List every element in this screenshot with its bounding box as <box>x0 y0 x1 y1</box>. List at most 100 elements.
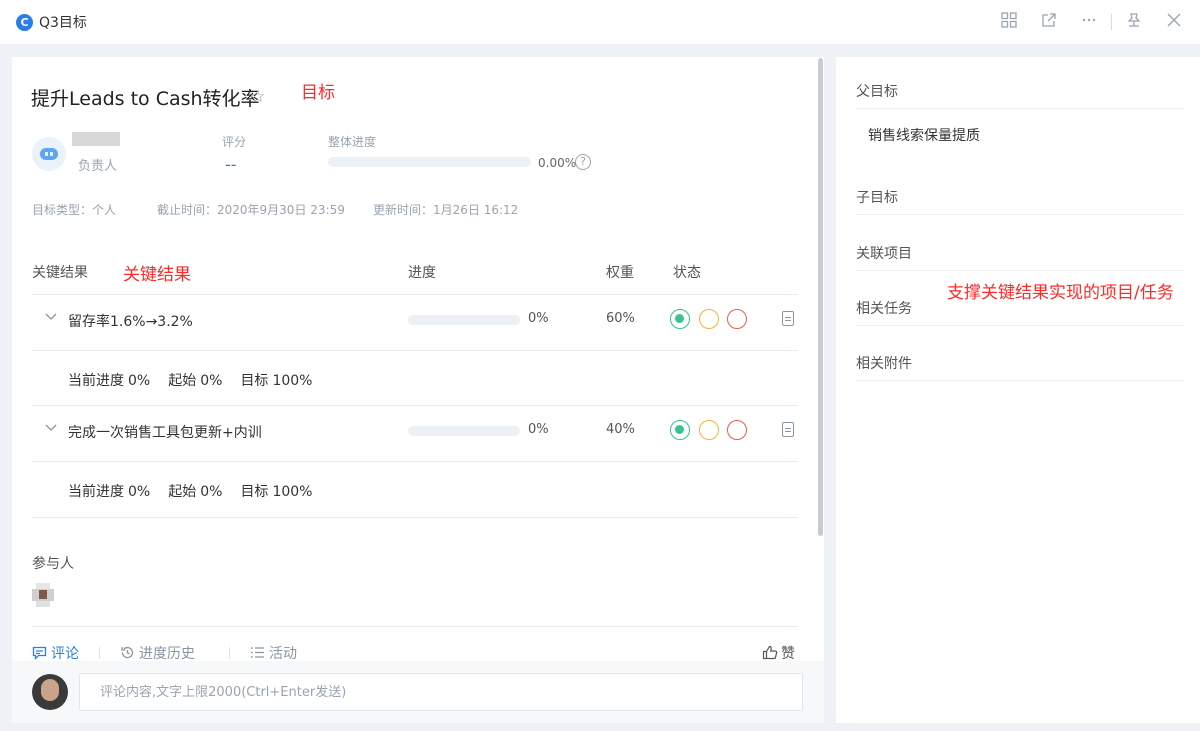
current-progress-value: 0% <box>128 373 151 389</box>
external-link-icon[interactable] <box>1029 12 1069 32</box>
score-value[interactable]: -- <box>225 155 237 174</box>
key-result-name[interactable]: 留存率1.6%→3.2% <box>68 311 193 331</box>
child-objective-label: 子目标 <box>856 190 898 206</box>
target-value: 100% <box>272 484 313 500</box>
linked-projects-label: 关联项目 <box>856 246 912 262</box>
robot-icon <box>40 148 58 160</box>
annotation-objective: 目标 <box>301 83 335 103</box>
divider <box>32 461 798 462</box>
like-label: 赞 <box>781 646 795 662</box>
window-title: Q3目标 <box>39 15 87 31</box>
history-icon <box>121 646 134 659</box>
kr-column-status: 状态 <box>673 265 701 281</box>
more-icon[interactable] <box>1069 12 1109 32</box>
comment-bar <box>12 661 824 723</box>
overall-progress-value: 0.00% <box>538 156 577 170</box>
key-result-detail: 当前进度 0% 起始 0% 目标 100% <box>68 370 330 390</box>
owner-name-blurred <box>72 132 120 146</box>
app-logo-icon: C <box>16 13 33 31</box>
objective-detail-panel: 提升Leads to Cash转化率 ☆ 目标 负责人 评分 -- 整体进度 0… <box>12 57 824 723</box>
key-result-name[interactable]: 完成一次销售工具包更新+内训 <box>68 422 262 442</box>
document-icon[interactable] <box>782 422 794 437</box>
kr-column-weight: 权重 <box>606 265 634 281</box>
kr-column-progress: 进度 <box>408 265 436 281</box>
target-value: 100% <box>272 373 313 389</box>
linked-projects-section[interactable]: 关联项目 <box>856 219 1184 271</box>
tab-activity-label: 活动 <box>269 646 297 662</box>
key-results-header: 关键结果 关键结果 进度 权重 状态 <box>32 262 798 296</box>
key-result-progress-value: 0% <box>528 311 549 326</box>
key-result-row[interactable]: 留存率1.6%→3.2% 0% 60% <box>32 294 798 350</box>
tab-divider <box>229 647 230 659</box>
key-result-detail: 当前进度 0% 起始 0% 目标 100% <box>68 481 330 501</box>
objective-title[interactable]: 提升Leads to Cash转化率 <box>31 84 260 111</box>
thumbs-up-icon <box>762 645 778 660</box>
overall-progress-bar <box>328 157 531 167</box>
comment-input[interactable] <box>79 673 803 711</box>
key-result-progress-value: 0% <box>528 422 549 437</box>
divider <box>32 626 798 627</box>
related-attachments-label: 相关附件 <box>856 356 912 372</box>
key-result-progress-bar <box>408 426 520 436</box>
status-at-risk-radio[interactable] <box>699 309 719 329</box>
status-off-track-radio[interactable] <box>727 420 747 440</box>
objective-deadline: 截止时间：2020年9月30日 23:59 <box>157 203 345 217</box>
current-progress-label: 当前进度 <box>68 484 124 500</box>
annotation-key-results: 关键结果 <box>123 265 191 285</box>
side-panel: 父目标 销售线索保量提质 子目标 关联项目 相关任务 相关附件 支撑关键结果实现… <box>836 57 1200 723</box>
window-titlebar: C Q3目标 <box>0 0 1200 44</box>
close-icon[interactable] <box>1154 12 1194 32</box>
pin-icon[interactable] <box>1114 12 1154 32</box>
like-button[interactable]: 赞 <box>762 643 795 663</box>
key-result-row[interactable]: 完成一次销售工具包更新+内训 0% 40% <box>32 405 798 461</box>
child-objective-section[interactable]: 子目标 <box>856 163 1184 215</box>
window-actions <box>989 0 1194 44</box>
tab-history-label: 进度历史 <box>139 646 195 662</box>
owner-label: 负责人 <box>78 159 118 174</box>
toolbar-divider <box>1111 14 1112 30</box>
scrollbar[interactable] <box>818 58 823 536</box>
start-value: 0% <box>200 373 223 389</box>
start-label: 起始 <box>168 484 197 500</box>
participant-avatar[interactable] <box>26 581 60 611</box>
related-tasks-label: 相关任务 <box>856 301 912 317</box>
overall-progress-label: 整体进度 <box>328 135 377 149</box>
start-value: 0% <box>200 484 223 500</box>
target-label: 目标 <box>240 373 269 389</box>
chevron-down-icon[interactable] <box>45 310 57 324</box>
star-icon[interactable]: ☆ <box>250 87 265 107</box>
participants-label: 参与人 <box>32 556 74 572</box>
parent-objective-label: 父目标 <box>856 84 898 100</box>
status-off-track-radio[interactable] <box>727 309 747 329</box>
score-label: 评分 <box>222 135 247 149</box>
target-label: 目标 <box>240 484 269 500</box>
divider <box>32 350 798 351</box>
parent-objective-section[interactable]: 父目标 <box>856 57 1184 109</box>
help-icon[interactable]: ? <box>575 154 591 170</box>
tab-divider <box>99 647 100 659</box>
comment-icon <box>32 646 47 661</box>
tab-comment[interactable]: 评论 <box>32 643 79 663</box>
key-result-weight: 40% <box>606 422 635 437</box>
current-progress-label: 当前进度 <box>68 373 124 389</box>
objective-type: 目标类型：个人 <box>32 203 117 217</box>
owner-avatar[interactable] <box>32 137 66 171</box>
tab-progress-history[interactable]: 进度历史 <box>120 643 195 663</box>
kr-column-name: 关键结果 <box>32 265 88 281</box>
start-label: 起始 <box>168 373 197 389</box>
document-icon[interactable] <box>782 311 794 326</box>
status-on-track-radio[interactable] <box>670 420 690 440</box>
key-result-weight: 60% <box>606 311 635 326</box>
related-attachments-section[interactable]: 相关附件 <box>856 329 1184 381</box>
chevron-down-icon[interactable] <box>45 421 57 435</box>
divider <box>32 517 798 518</box>
status-at-risk-radio[interactable] <box>699 420 719 440</box>
tab-comment-label: 评论 <box>51 646 79 662</box>
current-progress-value: 0% <box>128 484 151 500</box>
list-icon <box>251 647 264 658</box>
status-on-track-radio[interactable] <box>670 309 690 329</box>
tab-activity[interactable]: 活动 <box>250 643 297 663</box>
parent-objective-link[interactable]: 销售线索保量提质 <box>868 125 980 145</box>
grid-icon[interactable] <box>989 12 1029 32</box>
user-avatar[interactable] <box>32 674 68 710</box>
